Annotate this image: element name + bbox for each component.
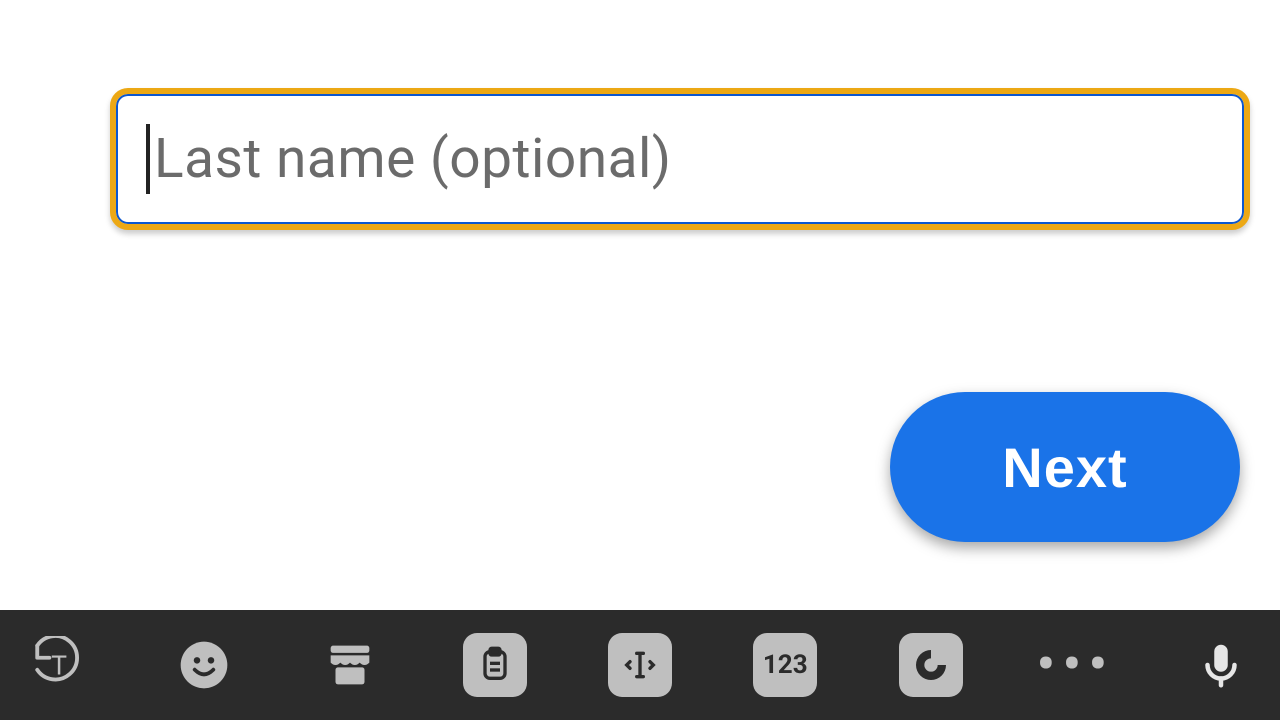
numpad-icon[interactable]: 123	[752, 632, 818, 698]
mic-icon[interactable]	[1188, 632, 1254, 698]
emoji-icon[interactable]	[171, 632, 237, 698]
next-button[interactable]: Next	[890, 392, 1240, 542]
clipboard-icon[interactable]	[462, 632, 528, 698]
store-icon[interactable]	[317, 632, 383, 698]
grammar-icon[interactable]	[898, 632, 964, 698]
last-name-field-wrap[interactable]	[110, 88, 1250, 230]
text-caret	[146, 124, 150, 194]
signup-name-step: Next T	[0, 0, 1280, 720]
svg-text:T: T	[51, 651, 67, 682]
numpad-label: 123	[763, 650, 808, 680]
keyboard-toolbar: T	[0, 610, 1280, 720]
typing-mode-icon[interactable]: T	[26, 632, 92, 698]
text-edit-icon[interactable]	[607, 632, 673, 698]
more-icon[interactable]: •••	[1043, 632, 1109, 698]
last-name-input[interactable]	[152, 126, 1214, 192]
